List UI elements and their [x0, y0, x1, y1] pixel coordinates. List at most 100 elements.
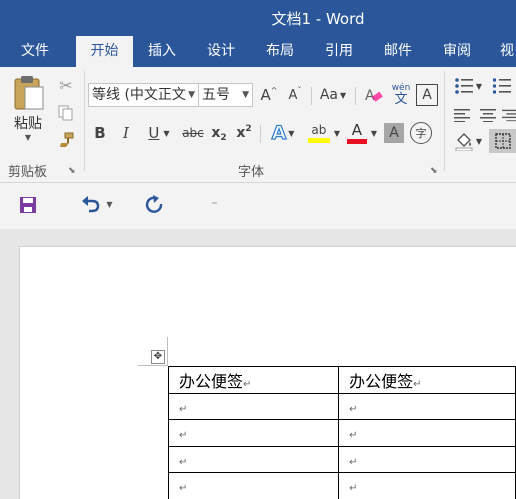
align-right-button[interactable] — [502, 105, 516, 125]
bullets-button[interactable]: ▼ — [450, 75, 486, 97]
subscript-button[interactable]: x2 — [208, 121, 230, 145]
table-move-handle-icon[interactable]: ✥ — [151, 350, 165, 364]
format-painter-icon — [60, 132, 74, 147]
grow-font-button[interactable]: A ^ — [258, 83, 280, 107]
caret-down-icon: ˇ — [297, 85, 302, 95]
chevron-down-icon: ▼ — [475, 136, 483, 146]
margin-mark — [167, 337, 168, 365]
chevron-down-icon: ▼ — [163, 128, 170, 138]
tab-home[interactable]: 开始 — [76, 36, 133, 67]
clipboard-launcher-icon[interactable]: ⬊ — [68, 166, 76, 176]
table-cell[interactable]: ↵ — [338, 392, 516, 420]
ribbon-home: 粘贴 ▼ ✂ 剪贴板 ⬊ 等线 (中文正文 ▼ 五号 ▼ A^ Aˇ Aa▼ — [0, 67, 516, 183]
tab-design[interactable]: 设计 — [195, 36, 247, 67]
paste-button[interactable]: 粘贴 ▼ — [6, 73, 50, 153]
tab-mailings[interactable]: 邮件 — [372, 36, 424, 67]
scissors-icon: ✂ — [59, 75, 73, 95]
customize-qat-icon[interactable] — [212, 202, 217, 204]
tab-view[interactable]: 视 — [488, 36, 516, 67]
align-center-icon — [480, 109, 496, 122]
group-divider — [444, 71, 445, 171]
chevron-down-icon: ▼ — [475, 81, 483, 91]
bold-button[interactable]: B — [90, 121, 110, 145]
align-left-button[interactable] — [452, 105, 472, 125]
copy-button[interactable] — [56, 103, 76, 123]
divider — [355, 87, 356, 105]
quick-access-toolbar: ▼ — [0, 183, 516, 229]
character-border-button[interactable]: A — [416, 84, 438, 106]
borders-button[interactable] — [489, 129, 516, 153]
table-cell[interactable]: 办公便签↵ — [338, 366, 516, 394]
numbering-button[interactable] — [490, 75, 514, 97]
ribbon-tabs: 文件 开始 插入 设计 布局 引用 邮件 审阅 视 — [0, 36, 516, 67]
clipboard-group-label: 剪贴板 — [8, 165, 48, 180]
cut-button[interactable]: ✂ — [56, 75, 76, 95]
tab-insert[interactable]: 插入 — [136, 36, 188, 67]
highlight-button[interactable]: ab ▼ — [304, 119, 344, 147]
clear-formatting-icon: A — [365, 88, 383, 104]
table-cell[interactable]: ↵ — [167, 392, 340, 420]
highlight-color-swatch — [307, 137, 330, 143]
font-color-icon: A — [346, 122, 367, 144]
redo-icon — [145, 195, 163, 213]
align-center-button[interactable] — [478, 105, 498, 125]
tab-review[interactable]: 审阅 — [431, 36, 483, 67]
undo-icon — [82, 196, 100, 213]
table-cell[interactable]: ↵ — [338, 445, 516, 473]
underline-button[interactable]: U ▼ — [142, 121, 176, 145]
font-size-combo[interactable]: 五号 ▼ — [198, 83, 253, 107]
table-row: ↵ ↵ — [167, 392, 516, 420]
enclose-characters-button[interactable]: 字 — [410, 122, 432, 144]
character-shading-button[interactable]: A — [384, 123, 404, 143]
superscript-button[interactable]: x2 — [233, 121, 255, 145]
chevron-down-icon: ▼ — [340, 90, 347, 100]
tab-references[interactable]: 引用 — [313, 36, 365, 67]
phonetic-guide-button[interactable]: wén 文 — [389, 81, 413, 109]
format-painter-button[interactable] — [56, 130, 76, 150]
chevron-down-icon: ▼ — [106, 199, 113, 209]
table-row: ↵ ↵ — [167, 445, 516, 473]
font-launcher-icon[interactable]: ⬊ — [430, 166, 438, 176]
borders-icon — [494, 133, 511, 149]
group-divider — [84, 71, 85, 171]
font-color-button[interactable]: A ▼ — [344, 119, 380, 147]
paragraph-mark: ↵ — [243, 378, 252, 390]
clear-formatting-button[interactable]: A — [362, 83, 386, 107]
italic-button[interactable]: I — [116, 121, 136, 145]
paint-bucket-icon — [455, 133, 473, 151]
tab-file[interactable]: 文件 — [9, 36, 61, 67]
font-name-value: 等线 (中文正文 — [92, 87, 186, 103]
save-icon — [20, 197, 36, 213]
change-case-button[interactable]: Aa ▼ — [316, 83, 350, 107]
notes-table[interactable]: 办公便签↵ 办公便签↵ ↵ ↵ ↵ ↵ ↵ ↵ ↵ ↵ — [167, 366, 516, 499]
title-bar: 文档1 - Word — [0, 0, 516, 36]
text-effects-button[interactable]: A ▼ — [266, 121, 300, 145]
table-cell[interactable]: ↵ — [338, 419, 516, 447]
table-cell[interactable]: ↵ — [167, 419, 340, 447]
table-cell[interactable]: 办公便签↵ — [167, 366, 340, 394]
chevron-down-icon: ▼ — [288, 128, 295, 138]
tab-layout[interactable]: 布局 — [254, 36, 306, 67]
align-right-icon — [502, 109, 516, 122]
table-cell[interactable]: ↵ — [167, 445, 340, 473]
table-row: ↵ ↵ — [167, 472, 516, 499]
shrink-font-button[interactable]: Aˇ — [284, 83, 306, 107]
strikethrough-button[interactable]: abc — [180, 121, 206, 145]
copy-icon — [58, 105, 73, 121]
redo-button[interactable] — [143, 193, 165, 215]
undo-button[interactable]: ▼ — [76, 192, 118, 216]
divider — [260, 125, 261, 143]
save-button[interactable] — [17, 194, 39, 216]
font-name-combo[interactable]: 等线 (中文正文 ▼ — [88, 83, 199, 107]
bullets-icon — [455, 78, 473, 94]
numbering-icon — [493, 78, 511, 94]
font-color-swatch — [346, 138, 367, 144]
caret-up-icon: ^ — [270, 85, 278, 95]
align-left-icon — [454, 109, 470, 122]
divider — [311, 87, 312, 105]
table-cell[interactable]: ↵ — [338, 472, 516, 499]
paragraph-shading-button[interactable]: ▼ — [450, 129, 486, 153]
font-size-value: 五号 — [202, 87, 230, 103]
table-cell[interactable]: ↵ — [167, 472, 340, 499]
chevron-down-icon: ▼ — [333, 128, 341, 138]
